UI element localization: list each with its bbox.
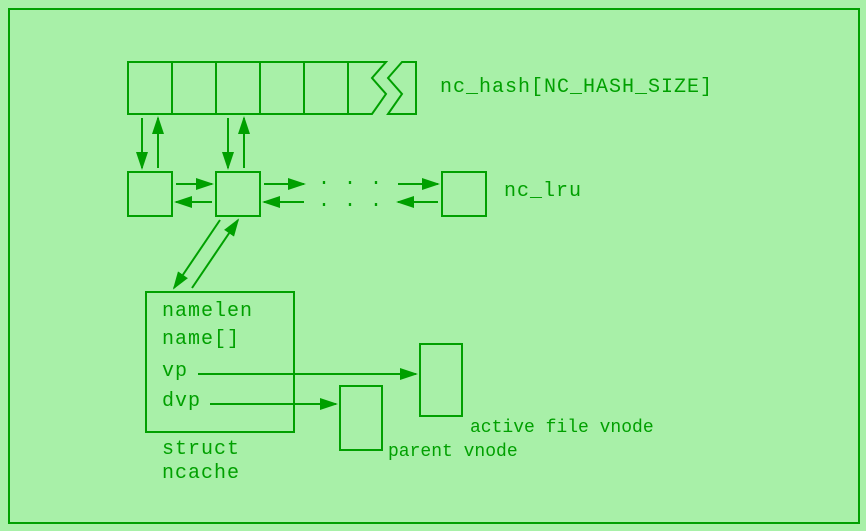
nc-hash-array <box>128 62 416 114</box>
struct-label-2: ncache <box>162 462 240 485</box>
nc-lru-label: nc_lru <box>504 180 582 203</box>
lru-boxes <box>128 172 486 216</box>
field-vp: vp <box>162 360 188 383</box>
hash-lru-links <box>142 118 244 168</box>
nc-hash-label: nc_hash[NC_HASH_SIZE] <box>440 76 713 99</box>
parent-vnode-label: parent vnode <box>388 442 518 462</box>
active-vnode-box <box>420 344 462 416</box>
dots-bottom: . . . <box>318 190 383 213</box>
struct-label-1: struct <box>162 438 240 461</box>
parent-vnode-box <box>340 386 382 450</box>
field-dvp: dvp <box>162 390 201 413</box>
dots-top: . . . <box>318 168 383 191</box>
field-name: name[] <box>162 328 240 351</box>
lru-ncache-link <box>174 220 238 288</box>
field-namelen: namelen <box>162 300 253 323</box>
active-vnode-label: active file vnode <box>470 418 654 438</box>
diagram-frame: nc_hash[NC_HASH_SIZE] . . . . . . nc_lru… <box>8 8 860 524</box>
